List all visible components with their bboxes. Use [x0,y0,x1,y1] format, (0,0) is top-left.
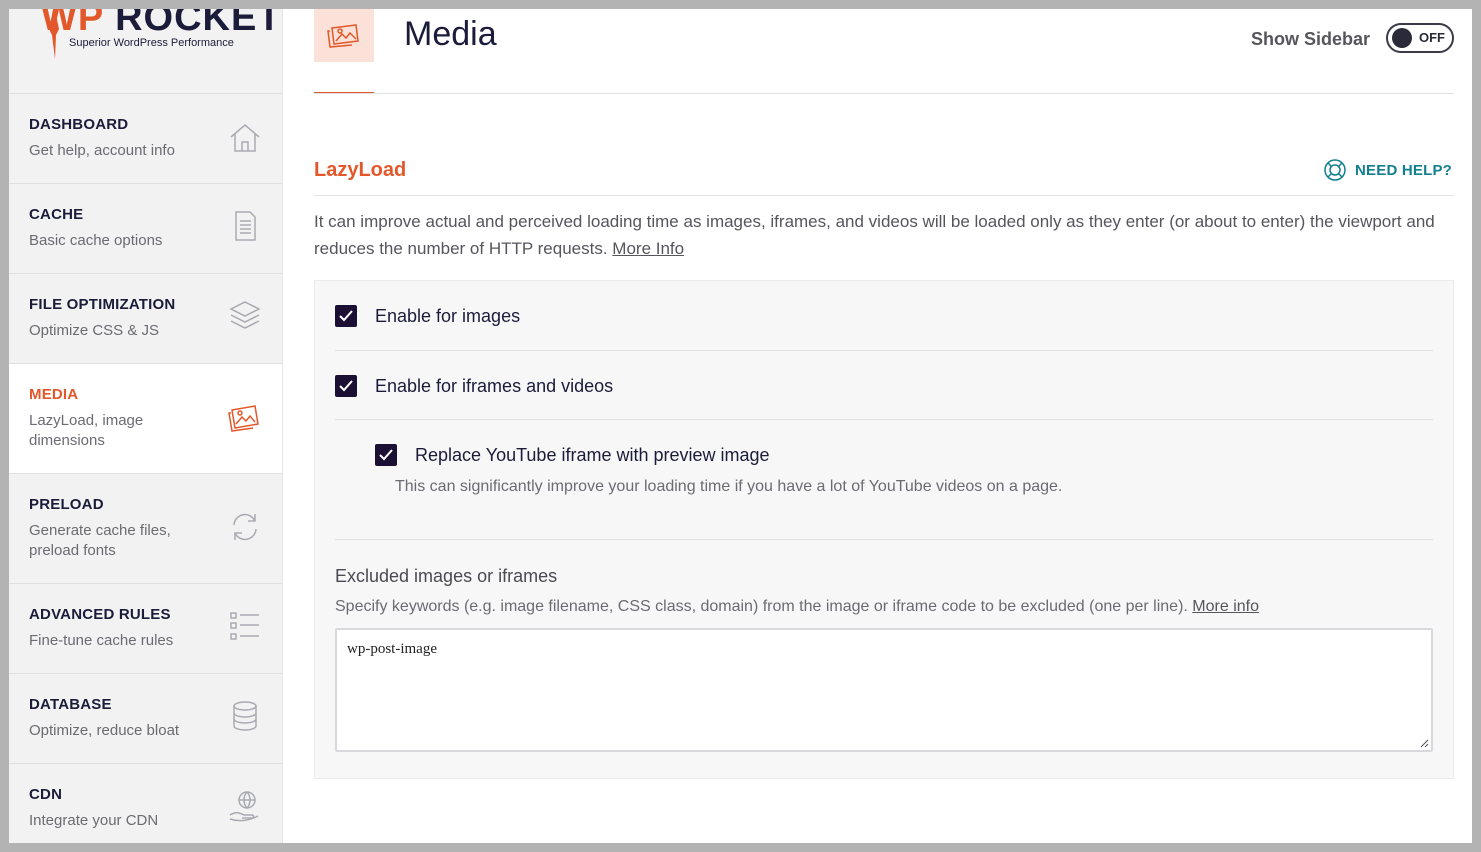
enable-images-label: Enable for images [375,305,521,326]
option-enable-images: Enable for images [335,305,1433,327]
youtube-preview-label: Replace YouTube iframe with preview imag… [415,444,770,465]
images-icon [327,23,359,48]
option-divider [335,419,1433,420]
main-content: Media Show Sidebar OFF LazyLoad NEED HEL… [283,9,1472,843]
youtube-preview-help: This can significantly improve your load… [395,478,1063,495]
header-divider [314,93,1454,94]
excluded-keywords-textarea[interactable]: wp-post-image [335,628,1433,752]
sidebar-item-preload[interactable]: PRELOAD Generate cache files, preload fo… [9,474,282,584]
lifebuoy-icon [1324,159,1346,181]
layers-icon [228,298,262,332]
home-icon [228,121,262,155]
media-header-icon [314,9,374,62]
option-enable-iframes: Enable for iframes and videos [335,375,1433,397]
database-icon [228,699,262,733]
sidebar-item-advanced-rules[interactable]: ADVANCED RULES Fine-tune cache rules [9,584,282,674]
lazyload-options-panel: Enable for images Enable for iframes and… [314,280,1454,779]
youtube-preview-checkbox[interactable] [375,444,397,466]
enable-iframes-label: Enable for iframes and videos [375,375,614,396]
sidebar: WP ROCKET Superior WordPress Performance… [9,9,283,843]
enable-images-checkbox[interactable] [335,305,357,327]
sidebar-item-media[interactable]: MEDIA LazyLoad, image dimensions [9,364,282,474]
need-help-label: NEED HELP? [1355,161,1453,179]
lazyload-section-title: LazyLoad [314,159,407,181]
globe-hand-icon [228,789,262,823]
logo: WP ROCKET Superior WordPress Performance [9,9,282,94]
enable-iframes-checkbox[interactable] [335,375,357,397]
toggle-knob [1392,28,1412,48]
check-icon [339,380,353,392]
option-divider [335,350,1433,351]
refresh-icon [228,510,262,544]
list-icon [228,609,262,643]
option-divider [335,539,1433,540]
resize-grip-icon[interactable] [1419,738,1429,748]
more-info-link[interactable]: More Info [612,239,684,258]
show-sidebar-label: Show Sidebar [1251,29,1371,49]
page-title: Media [404,15,497,53]
sidebar-item-database[interactable]: DATABASE Optimize, reduce bloat [9,674,282,764]
brand-tagline: Superior WordPress Performance [69,37,234,49]
app-window: WP ROCKET Superior WordPress Performance… [9,9,1472,843]
document-icon [228,209,262,243]
excluded-title: Excluded images or iframes [335,566,558,586]
excluded-description: Specify keywords (e.g. image filename, C… [335,598,1259,615]
brand-name: WP ROCKET [41,9,282,39]
lazyload-description: It can improve actual and perceived load… [314,212,1435,258]
sidebar-item-dashboard[interactable]: DASHBOARD Get help, account info [9,94,282,184]
sidebar-item-cdn[interactable]: CDN Integrate your CDN [9,764,282,843]
images-icon [228,400,262,434]
toggle-state-text: OFF [1419,30,1445,45]
sidebar-item-file-optimization[interactable]: FILE OPTIMIZATION Optimize CSS & JS [9,274,282,364]
sidebar-item-cache[interactable]: CACHE Basic cache options [9,184,282,274]
need-help-link[interactable]: NEED HELP? [1323,157,1452,183]
option-youtube-preview: Replace YouTube iframe with preview imag… [375,444,1433,466]
check-icon [379,449,393,461]
excluded-keywords-value: wp-post-image [347,641,437,657]
show-sidebar-toggle[interactable]: OFF [1386,23,1454,53]
section-divider [314,195,1454,196]
excluded-more-info-link[interactable]: More info [1192,598,1259,615]
check-icon [339,310,353,322]
